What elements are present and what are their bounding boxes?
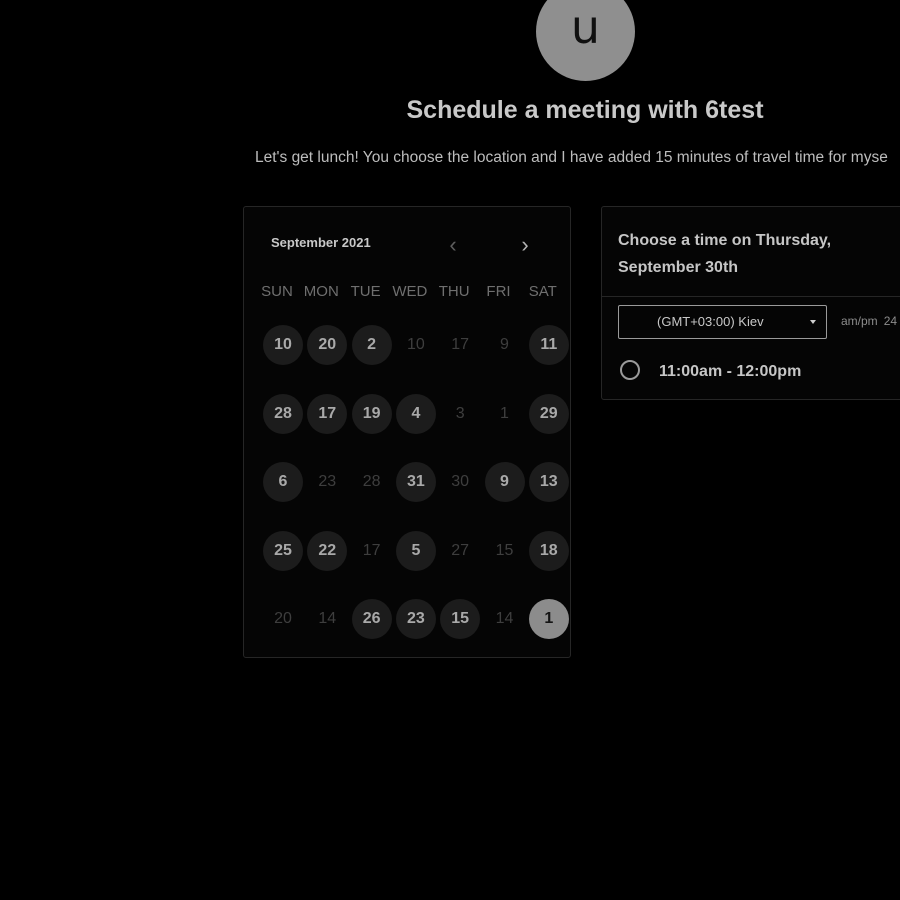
time-panel-heading: Choose a time on Thursday, September 30t…	[618, 232, 832, 276]
chevron-left-icon[interactable]: ‹	[442, 234, 464, 257]
calendar-day: 14	[318, 610, 337, 627]
weekday-header: SUN MON TUE WED THU FRI SAT	[255, 283, 565, 303]
calendar-day[interactable]: 2	[351, 325, 392, 365]
calendar-day: 1	[500, 404, 509, 422]
weekday-label: WED	[392, 283, 428, 300]
calendar-day[interactable]: 19	[351, 393, 392, 434]
calendar-day: 28	[362, 473, 381, 490]
avatar: u	[536, 0, 635, 81]
calendar-day[interactable]: 11	[528, 325, 569, 365]
calendar-day[interactable]: 5	[395, 530, 436, 571]
calendar-day[interactable]: 20	[307, 325, 348, 365]
radio-icon[interactable]	[620, 360, 640, 380]
timezone-value: (GMT+03:00) Kiev	[657, 314, 764, 329]
calendar-day-selected[interactable]: 1	[528, 599, 569, 639]
calendar-month-label: September 2021	[271, 235, 371, 250]
timezone-select[interactable]: (GMT+03:00) Kiev	[618, 305, 827, 339]
weekday-label: SAT	[528, 283, 557, 300]
weekday-label: FRI	[486, 283, 511, 300]
calendar-day[interactable]: 13	[528, 462, 569, 502]
calendar-day[interactable]: 31	[395, 462, 436, 502]
time-panel: Choose a time on Thursday, September 30t…	[601, 206, 900, 400]
calendar-day: 15	[495, 541, 514, 559]
format-24-option[interactable]: 24	[884, 314, 897, 328]
calendar-day: 20	[274, 610, 292, 627]
page-title: Schedule a meeting with 6test	[406, 96, 764, 124]
calendar-day[interactable]: 17	[307, 393, 348, 434]
calendar-day: 17	[362, 541, 381, 559]
calendar-day[interactable]: 6	[263, 462, 303, 502]
calendar-day[interactable]: 9	[484, 462, 525, 502]
chevron-right-icon[interactable]: ›	[514, 234, 536, 257]
divider	[602, 296, 900, 297]
time-format-toggle: am/pm 24	[841, 314, 900, 328]
weekday-label: SUN	[261, 283, 293, 300]
calendar-day[interactable]: 28	[263, 393, 303, 434]
calendar-day: 30	[451, 473, 470, 490]
calendar-day: 14	[495, 610, 514, 627]
calendar-day[interactable]: 29	[528, 393, 569, 434]
weekday-label: THU	[438, 283, 470, 300]
meeting-description: Let's get lunch! You choose the location…	[255, 149, 888, 166]
calendar-day: 3	[455, 404, 465, 422]
calendar-day[interactable]: 25	[263, 530, 303, 571]
time-slot-label: 11:00am - 12:00pm	[659, 363, 802, 380]
weekday-label: TUE	[350, 283, 381, 300]
calendar-day[interactable]: 15	[440, 599, 481, 639]
calendar-day: 10	[406, 336, 425, 353]
calendar-day: 23	[318, 473, 337, 490]
calendar-day: 27	[451, 541, 470, 559]
caret-down-icon	[810, 320, 816, 324]
calendar-day[interactable]: 23	[395, 599, 436, 639]
calendar-day[interactable]: 26	[351, 599, 392, 639]
calendar-day[interactable]: 10	[263, 325, 303, 365]
calendar-day[interactable]: 18	[528, 530, 569, 571]
calendar-day: 17	[451, 336, 470, 353]
calendar-day[interactable]: 4	[395, 393, 436, 434]
weekday-label: MON	[303, 283, 339, 300]
calendar-day[interactable]: 22	[307, 530, 348, 571]
calendar-day: 9	[500, 336, 509, 353]
calendar: September 2021 ‹ › SUN MON TUE WED THU FRI SAT…	[243, 206, 571, 658]
format-ampm-option[interactable]: am/pm	[841, 314, 878, 328]
